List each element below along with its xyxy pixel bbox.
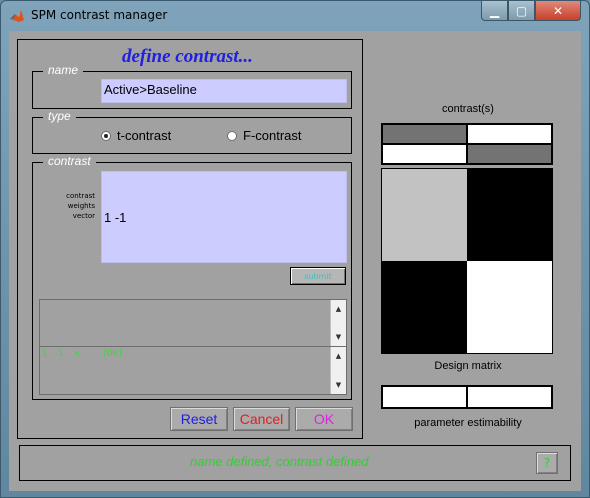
estimability-cells (382, 386, 552, 408)
ok-button[interactable]: OK (295, 407, 353, 431)
contrast-group: contrast contrast weights vector 1 -1 su… (32, 154, 352, 400)
parse-result: 1 -1 <- (OK) (42, 349, 124, 359)
design-matrix-cells (382, 169, 552, 353)
design-matrix-cell (467, 169, 552, 261)
design-matrix (381, 168, 553, 354)
weights-vector-input[interactable]: 1 -1 (101, 171, 347, 263)
t-contrast-label: t-contrast (117, 128, 172, 143)
submit-button[interactable]: submit (290, 267, 346, 285)
name-group-label: name (43, 63, 84, 77)
estimability-cell (467, 386, 552, 408)
status-message: name defined, contrast defined (190, 454, 369, 469)
client-area: define contrast... name Active>Baseline … (9, 31, 581, 491)
status-bar: name defined, contrast defined ? (19, 445, 571, 481)
f-contrast-radio[interactable]: F-contrast (227, 128, 302, 143)
upper-scrollbar[interactable]: ▲ ▼ (330, 300, 346, 346)
scroll-down-icon[interactable]: ▼ (331, 330, 346, 344)
maximize-icon: ▢ (515, 3, 528, 18)
contrast-cell (467, 124, 552, 144)
lower-scrollbar[interactable]: ▲ ▼ (330, 347, 346, 394)
name-field[interactable]: Active>Baseline (101, 79, 347, 103)
minimize-button[interactable]: ▁ (481, 1, 508, 21)
scroll-up-icon[interactable]: ▲ (331, 349, 346, 363)
close-icon: ✕ (552, 3, 564, 18)
contrast-group-label: contrast (43, 154, 96, 168)
reset-button[interactable]: Reset (170, 407, 228, 431)
radio-selected-icon (101, 130, 111, 141)
design-matrix-label: Design matrix (434, 360, 502, 372)
contrast-cell (382, 144, 467, 164)
list-upper: ▲ ▼ (40, 300, 346, 347)
contrasts-label: contrast(s) (442, 103, 494, 115)
contrast-cell (467, 144, 552, 164)
design-matrix-cell (467, 261, 552, 353)
name-group: name Active>Baseline (32, 63, 352, 109)
help-button[interactable]: ? (536, 452, 558, 474)
list-lower: 1 -1 <- (OK) ▲ ▼ (40, 347, 346, 394)
matlab-icon (10, 10, 24, 22)
page-title: define contrast... (122, 46, 253, 67)
estimability-bar (381, 385, 553, 409)
contrast-rows (381, 123, 553, 165)
window-title: SPM contrast manager (31, 8, 168, 22)
scroll-down-icon[interactable]: ▼ (331, 378, 346, 392)
estimability-cell (382, 386, 467, 408)
type-group: type t-contrast F-contrast (32, 109, 352, 154)
design-matrix-cell (382, 261, 467, 353)
weights-label: contrast weights vector (66, 192, 95, 220)
minimize-icon: ▁ (489, 3, 500, 18)
t-contrast-radio[interactable]: t-contrast (101, 128, 171, 143)
parse-output-listbox[interactable]: ▲ ▼ 1 -1 <- (OK) ▲ ▼ (39, 299, 347, 395)
close-button[interactable]: ✕ (535, 1, 581, 21)
design-matrix-cell (382, 169, 467, 261)
contrast-cells (382, 124, 552, 164)
cancel-button[interactable]: Cancel (233, 407, 290, 431)
estimability-label: parameter estimability (414, 417, 522, 429)
contrast-cell (382, 124, 467, 144)
weights-value: 1 -1 (104, 210, 127, 225)
define-panel: define contrast... name Active>Baseline … (17, 39, 363, 439)
scroll-up-icon[interactable]: ▲ (331, 302, 346, 316)
f-contrast-label: F-contrast (243, 128, 302, 143)
title-bar[interactable]: SPM contrast manager ▁ ▢ ✕ (1, 1, 589, 31)
radio-unselected-icon (227, 130, 237, 141)
type-group-label: type (43, 109, 76, 123)
maximize-button[interactable]: ▢ (508, 1, 535, 21)
window: SPM contrast manager ▁ ▢ ✕ define contra… (0, 0, 590, 498)
